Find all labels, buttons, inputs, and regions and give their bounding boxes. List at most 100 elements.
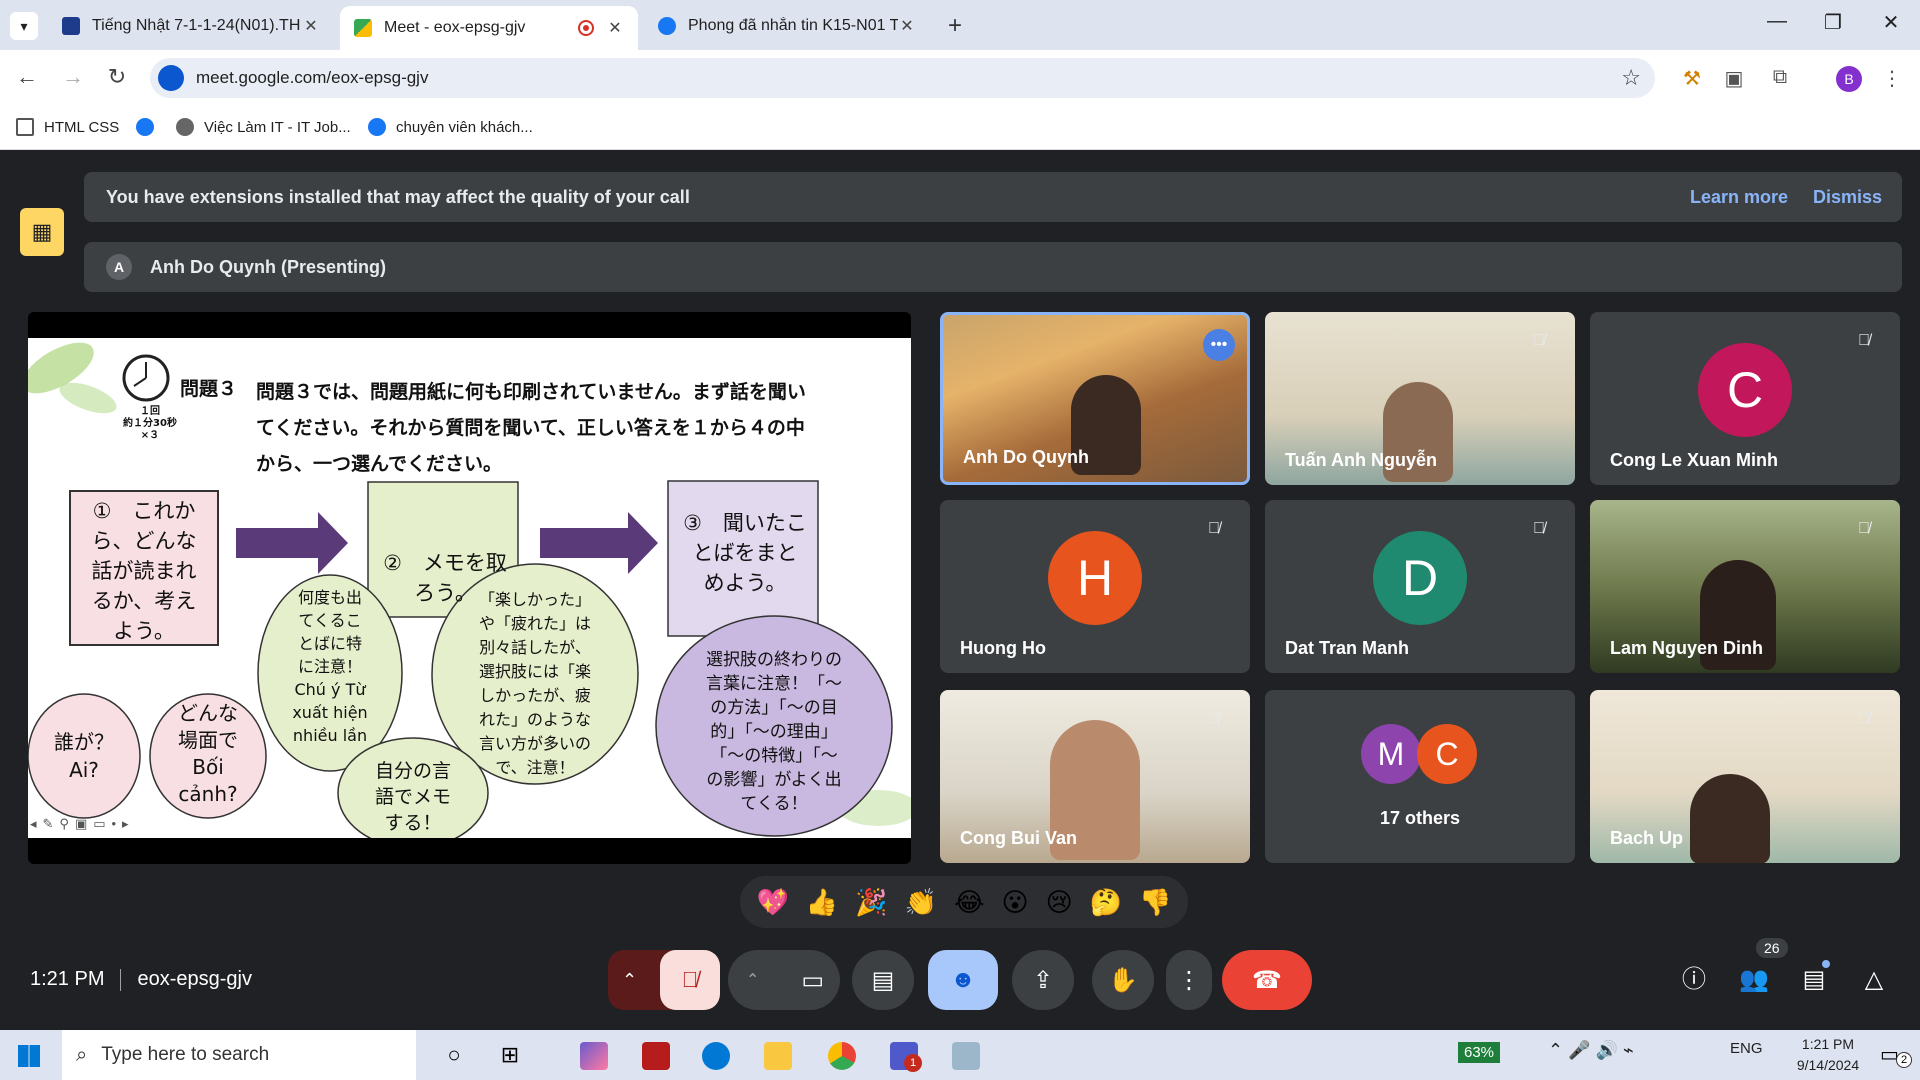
bookmark-facebook[interactable] bbox=[136, 118, 164, 136]
participant-tile-lam-nguyen-dinh[interactable]: 🎙̸ Lam Nguyen Dinh bbox=[1590, 500, 1900, 673]
bubble-line: 言い方が多いの bbox=[478, 734, 591, 753]
url-text: meet.google.com/eox-epsg-gjv bbox=[196, 68, 429, 87]
tab-facebook[interactable]: Phong đã nhắn tin K15-N01 TIẾ ✕ bbox=[644, 6, 930, 46]
step-line: ① これか bbox=[92, 499, 196, 523]
winrar-icon[interactable] bbox=[642, 1042, 670, 1070]
mic-options-chevron-icon[interactable]: ⌃ bbox=[622, 970, 637, 991]
tab-title: Phong đã nhắn tin K15-N01 TIẾ bbox=[688, 17, 898, 34]
bubble-line: 的」「～の理由」 bbox=[710, 722, 838, 742]
instruction-line: てください。それから質問を聞いて、正しい答えを１から４の中 bbox=[256, 417, 805, 439]
copilot-icon[interactable] bbox=[580, 1042, 608, 1070]
extension-warning-icon[interactable]: ▦ bbox=[20, 208, 64, 256]
reaction-party[interactable]: 🎉 bbox=[855, 887, 887, 918]
bookmark-label: HTML CSS bbox=[44, 118, 120, 136]
presentation-slide: 問題３ 問題３では、問題用紙に何も印刷されていません。まず話を聞い てください。… bbox=[28, 338, 911, 838]
camera-button[interactable]: ▭ bbox=[801, 966, 824, 995]
reaction-sad[interactable]: 😢 bbox=[1046, 887, 1073, 918]
reaction-thumbs-down[interactable]: 👎 bbox=[1139, 887, 1171, 918]
leave-call-button[interactable]: ☎ bbox=[1222, 950, 1312, 1010]
app-icon[interactable] bbox=[952, 1042, 980, 1070]
camera-options-chevron-icon[interactable]: ⌃ bbox=[746, 970, 759, 990]
mic-off-button[interactable]: 🎙̸ bbox=[660, 950, 720, 1010]
participant-tile-tuan-anh-nguyen[interactable]: 🎙̸ Tuấn Anh Nguyễn bbox=[1265, 312, 1575, 485]
step3-text: ③ 聞いたこ とばをまと めよう。 bbox=[672, 508, 818, 598]
reaction-clap[interactable]: 👏 bbox=[905, 887, 937, 918]
presenter-avatar: A bbox=[106, 254, 132, 280]
profile-avatar[interactable]: B bbox=[1836, 66, 1862, 92]
reaction-thinking[interactable]: 🤔 bbox=[1090, 887, 1122, 918]
participant-avatar: D bbox=[1373, 530, 1467, 625]
file-explorer-icon[interactable] bbox=[764, 1042, 792, 1070]
extension-warning-banner: You have extensions installed that may a… bbox=[84, 172, 1902, 222]
bookmark-viec-lam-it[interactable]: Việc Làm IT - IT Job... bbox=[176, 118, 351, 136]
participant-tile-anh-do-quynh[interactable]: ••• Anh Do Quynh bbox=[940, 312, 1250, 485]
captions-button[interactable]: ▤ bbox=[852, 950, 914, 1010]
participant-tile-bach-up[interactable]: 🎙̸ Bach Up bbox=[1590, 690, 1900, 863]
reaction-thumbs-up[interactable]: 👍 bbox=[806, 887, 838, 918]
chrome-icon[interactable] bbox=[828, 1042, 856, 1070]
omnibox[interactable]: meet.google.com/eox-epsg-gjv ☆ bbox=[150, 58, 1655, 98]
bubble-line: で、注意！ bbox=[495, 758, 575, 777]
new-tab-plus-icon[interactable]: + bbox=[948, 12, 962, 40]
activities-icon[interactable]: △ bbox=[1854, 960, 1894, 1000]
captions-icon: ▤ bbox=[871, 966, 895, 994]
reactions-bar: 💖 👍 🎉 👏 😂 😮 😢 🤔 👎 bbox=[740, 876, 1188, 928]
widgets-icon[interactable]: ⊞ bbox=[496, 1042, 524, 1070]
reload-icon[interactable]: ↻ bbox=[102, 64, 132, 90]
participant-tile-others[interactable]: M C 17 others bbox=[1265, 690, 1575, 863]
tab-tieng-nhat[interactable]: Tiếng Nhật 7-1-1-24(N01).TH ✕ bbox=[48, 6, 334, 46]
bubble-line: xuất hiện bbox=[292, 703, 368, 722]
step-line: よう。 bbox=[113, 619, 175, 643]
participant-name: Huong Ho bbox=[960, 638, 1046, 658]
meeting-details-icon[interactable]: ⓘ bbox=[1674, 960, 1714, 1000]
tab-meet[interactable]: Meet - eox-epsg-gjv ✕ bbox=[340, 6, 638, 50]
extension-hammer-icon[interactable]: ⚒ bbox=[1680, 66, 1704, 90]
participant-tile-huong-ho[interactable]: H 🎙̸ Huong Ho bbox=[940, 500, 1250, 673]
edge-icon[interactable] bbox=[702, 1042, 730, 1070]
reaction-heart[interactable]: 💖 bbox=[757, 887, 789, 918]
learn-more-link[interactable]: Learn more bbox=[1690, 187, 1788, 208]
restore-icon[interactable]: ❐ bbox=[1818, 10, 1848, 35]
reaction-surprised[interactable]: 😮 bbox=[1001, 887, 1028, 918]
tab-search-chevron-icon[interactable]: ▾ bbox=[10, 12, 38, 40]
close-tab-icon[interactable]: ✕ bbox=[302, 16, 320, 36]
bubble-line: Bối bbox=[192, 755, 224, 779]
bookmark-chuyen-vien[interactable]: chuyên viên khách... bbox=[368, 118, 533, 136]
bookmark-star-icon[interactable]: ☆ bbox=[1621, 65, 1641, 91]
raise-hand-button[interactable]: ✋ bbox=[1092, 950, 1154, 1010]
extensions-puzzle-icon[interactable]: ⧉ bbox=[1768, 66, 1792, 90]
present-button[interactable]: ⇪ bbox=[1012, 950, 1074, 1010]
banner-text: You have extensions installed that may a… bbox=[106, 186, 690, 207]
participant-tile-dat-tran-manh[interactable]: D 🎙̸ Dat Tran Manh bbox=[1265, 500, 1575, 673]
windows-start-icon[interactable] bbox=[18, 1045, 40, 1067]
participant-tile-cong-bui-van[interactable]: 🎙̸ Cong Bui Van bbox=[940, 690, 1250, 863]
emoji-reactions-button[interactable]: ☻ bbox=[928, 950, 998, 1010]
close-window-icon[interactable]: ✕ bbox=[1876, 10, 1906, 35]
search-placeholder: Type here to search bbox=[101, 1044, 270, 1065]
bubble-line: や「疲れた」は bbox=[478, 614, 591, 633]
participant-tile-cong-le-xuan-minh[interactable]: C 🎙̸ Cong Le Xuan Minh bbox=[1590, 312, 1900, 485]
browser-menu-icon[interactable]: ⋮ bbox=[1880, 66, 1904, 90]
close-tab-icon[interactable]: ✕ bbox=[606, 18, 624, 38]
bookmark-html-css[interactable]: HTML CSS bbox=[16, 118, 119, 136]
slideshow-controls[interactable]: ◂✎⚲▣▭•▸ bbox=[30, 816, 135, 832]
more-options-icon[interactable]: ••• bbox=[1203, 329, 1235, 361]
participant-name: Dat Tran Manh bbox=[1285, 638, 1410, 658]
taskbar-search[interactable]: ⌕ Type here to search bbox=[62, 1030, 416, 1080]
close-tab-icon[interactable]: ✕ bbox=[898, 16, 916, 36]
facebook-icon bbox=[136, 118, 154, 136]
extension-se-icon[interactable]: ▣ bbox=[1722, 66, 1746, 90]
task-view-icon[interactable]: ○ bbox=[440, 1042, 468, 1070]
forward-arrow-icon[interactable]: → bbox=[58, 64, 88, 90]
reaction-laugh[interactable]: 😂 bbox=[954, 887, 984, 918]
language-indicator[interactable]: ENG bbox=[1730, 1040, 1763, 1057]
people-icon[interactable]: 👥 bbox=[1734, 960, 1774, 1000]
taskbar-clock[interactable]: 1:21 PM 9/14/2024 bbox=[1778, 1034, 1878, 1076]
presentation-tile[interactable]: 問題３ 問題３では、問題用紙に何も印刷されていません。まず話を聞い てください。… bbox=[28, 312, 911, 864]
back-arrow-icon[interactable]: ← bbox=[12, 64, 42, 90]
dismiss-button[interactable]: Dismiss bbox=[1813, 187, 1882, 208]
minimize-icon[interactable]: — bbox=[1762, 10, 1792, 33]
more-options-button[interactable]: ⋮ bbox=[1166, 950, 1212, 1010]
bubble-line: 語でメモ bbox=[374, 786, 451, 808]
tray-icons[interactable]: ⌃ 🎤 🔊 ⌁ bbox=[1548, 1040, 1634, 1061]
